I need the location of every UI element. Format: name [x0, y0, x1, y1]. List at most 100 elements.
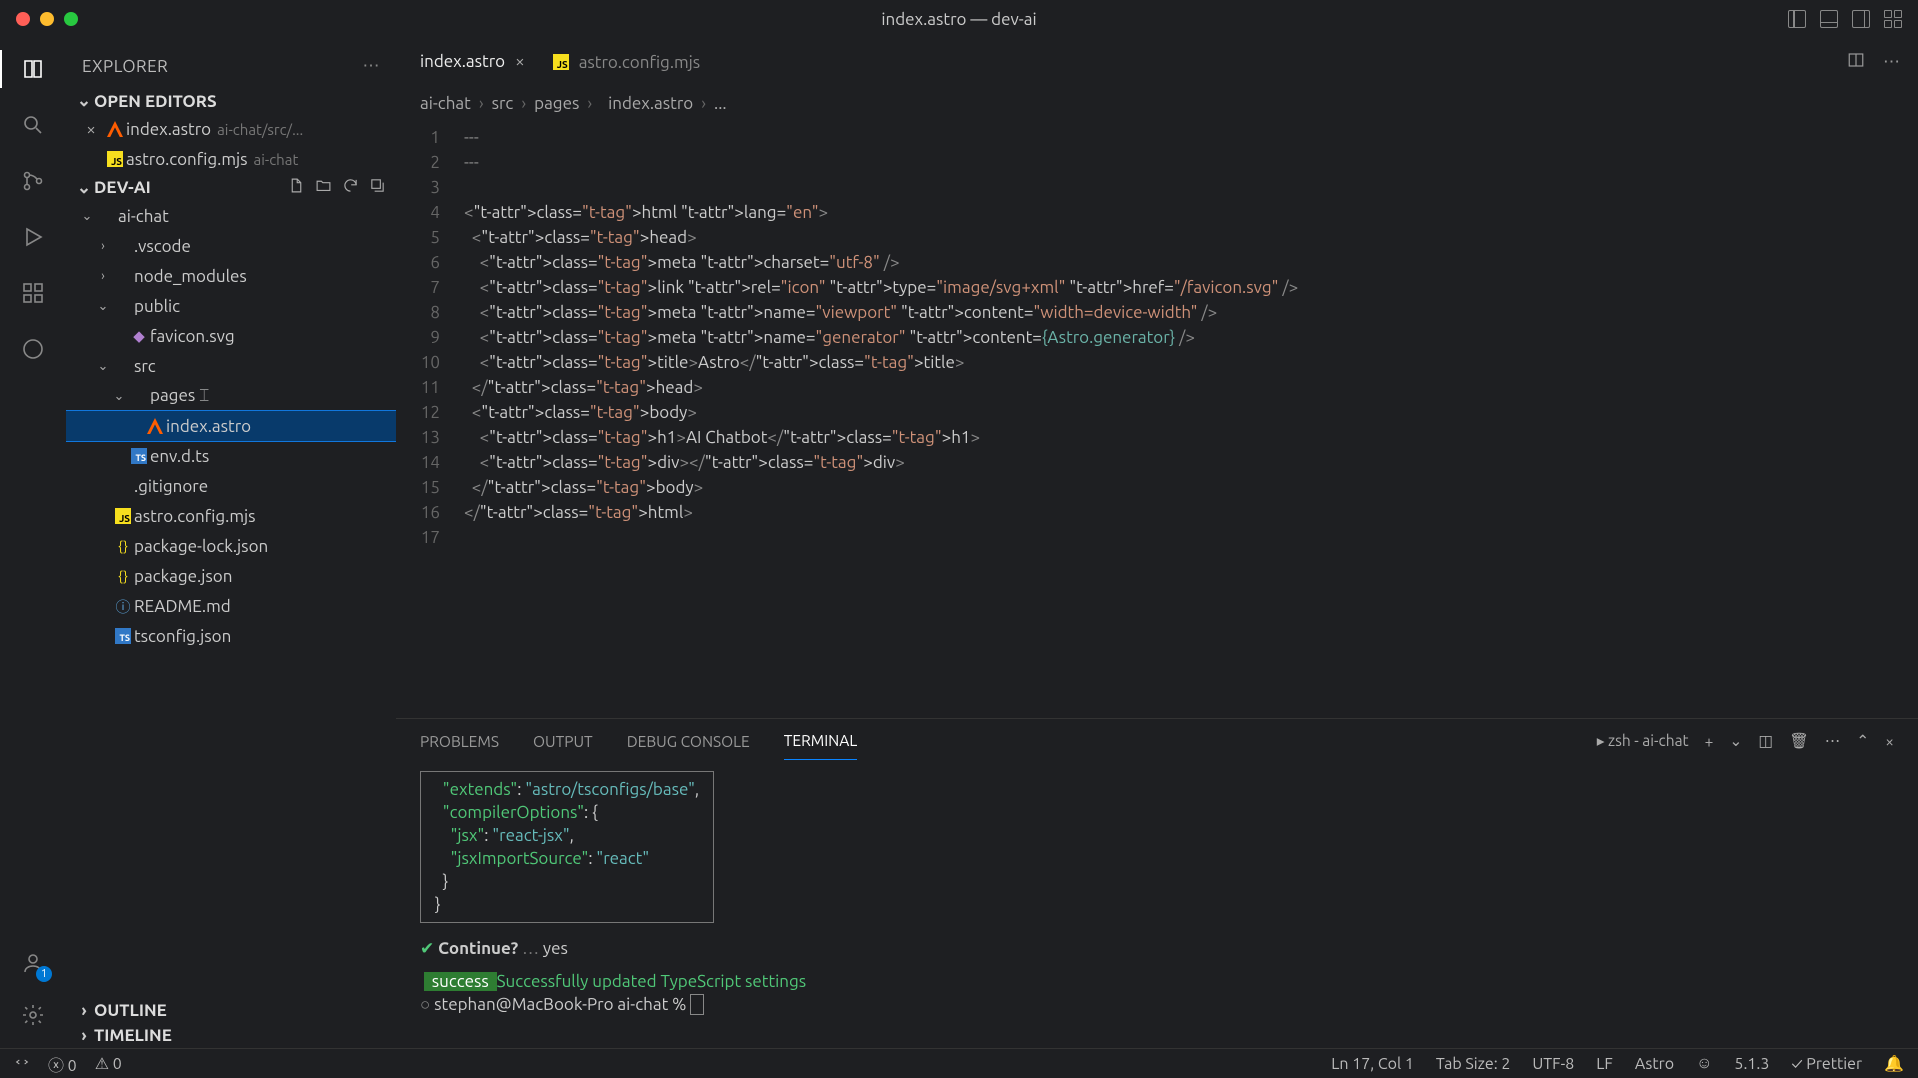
tree-label: .vscode [134, 237, 191, 256]
open-editors-header[interactable]: ⌄OPEN EDITORS [66, 88, 396, 114]
maximize-panel-icon[interactable]: ⌃ [1856, 732, 1869, 750]
tree-item[interactable]: TS tsconfig.json [66, 621, 396, 651]
twistie-icon[interactable]: › [94, 269, 112, 283]
remote-indicator[interactable] [14, 1054, 30, 1074]
eol[interactable]: LF [1596, 1055, 1613, 1073]
timeline-header[interactable]: ›TIMELINE [66, 1023, 396, 1048]
tree-item[interactable]: {} package-lock.json [66, 531, 396, 561]
breadcrumb-item[interactable]: ... [714, 94, 727, 113]
sidebar-title-label: EXPLORER [82, 57, 168, 76]
close-icon[interactable]: × [82, 120, 100, 139]
terminal-input-line[interactable]: ○ stephan@MacBook-Pro ai-chat % [420, 993, 1894, 1016]
encoding[interactable]: UTF-8 [1532, 1055, 1574, 1073]
errors-count[interactable]: ⓧ 0 [48, 1052, 77, 1076]
panel-tab[interactable]: PROBLEMS [420, 723, 499, 760]
accounts-icon[interactable]: 1 [18, 948, 48, 978]
split-terminal-icon[interactable]: ◫ [1758, 732, 1773, 750]
twistie-icon[interactable]: ⌄ [78, 209, 96, 224]
refresh-icon[interactable] [342, 177, 359, 198]
toggle-secondary-sidebar-icon[interactable] [1852, 10, 1870, 28]
breadcrumb-item[interactable]: src [492, 94, 514, 113]
tree-item[interactable]: ⌄ pages ⌶ [66, 381, 396, 411]
feedback-icon[interactable]: ☺ [1696, 1054, 1712, 1073]
twistie-icon[interactable]: ⌄ [94, 359, 112, 374]
search-icon[interactable] [18, 110, 48, 140]
terminal[interactable]: "extends": "astro/tsconfigs/base", "comp… [396, 763, 1918, 1048]
terminal-shell-label[interactable]: ▸ zsh - ai-chat [1597, 732, 1689, 750]
explorer-icon[interactable] [18, 54, 48, 84]
breadcrumb-item[interactable]: pages [534, 94, 579, 113]
outline-header[interactable]: ›OUTLINE [66, 998, 396, 1023]
tree-label: ai-chat [118, 207, 169, 226]
maximize-window-button[interactable] [64, 12, 78, 26]
tree-item[interactable]: › node_modules [66, 261, 396, 291]
notifications-icon[interactable]: 🔔 [1884, 1054, 1904, 1073]
tree-item[interactable]: ⌄ ai-chat [66, 201, 396, 231]
breadcrumb-item[interactable]: ai-chat [420, 94, 471, 113]
panel-more-icon[interactable]: ⋯ [1825, 732, 1841, 750]
panel-tab[interactable]: OUTPUT [533, 723, 593, 760]
open-editor-item[interactable]: × index.astro ai-chat/src/... [66, 114, 396, 144]
panel-tab[interactable]: TERMINAL [784, 722, 857, 760]
settings-gear-icon[interactable] [18, 1000, 48, 1030]
new-folder-icon[interactable] [315, 177, 332, 198]
cursor-position[interactable]: Ln 17, Col 1 [1331, 1055, 1414, 1073]
file-tree[interactable]: ⌄ ai-chat › .vscode › node_modules ⌄ pub… [66, 201, 396, 998]
remote-icon[interactable] [18, 334, 48, 364]
close-window-button[interactable] [16, 12, 30, 26]
toggle-panel-icon[interactable] [1820, 10, 1838, 28]
file-path-hint: ai-chat [254, 151, 299, 168]
language-mode[interactable]: Astro [1635, 1055, 1674, 1073]
tree-label: favicon.svg [150, 327, 235, 346]
terminal-dropdown-icon[interactable]: ⌄ [1729, 732, 1742, 750]
tree-item[interactable]: ⌄ src [66, 351, 396, 381]
collapse-all-icon[interactable] [369, 177, 386, 198]
twistie-icon[interactable]: ⌄ [110, 389, 128, 404]
twistie-icon[interactable]: ⌄ [94, 299, 112, 314]
minimize-window-button[interactable] [40, 12, 54, 26]
more-actions-icon[interactable]: ⋯ [1883, 52, 1900, 72]
code-editor[interactable]: 1234567891011121314151617 --- --- <"t-at… [396, 121, 1918, 718]
tree-item[interactable]: index.astro [66, 411, 396, 441]
tree-item[interactable]: ◆ favicon.svg [66, 321, 396, 351]
project-header[interactable]: ⌄DEV-AI [66, 174, 396, 201]
new-file-icon[interactable] [288, 177, 305, 198]
close-tab-icon[interactable]: × [515, 52, 525, 71]
svg-icon: ◆ [128, 327, 150, 345]
open-editor-item[interactable]: JS astro.config.mjs ai-chat [66, 144, 396, 174]
tree-item[interactable]: JS astro.config.mjs [66, 501, 396, 531]
panel-tab[interactable]: DEBUG CONSOLE [627, 723, 750, 760]
prettier-status[interactable]: ✓ Prettier [1791, 1055, 1862, 1073]
split-editor-icon[interactable] [1847, 51, 1865, 73]
ts-icon: TS [112, 628, 134, 644]
indent-setting[interactable]: Tab Size: 2 [1436, 1055, 1510, 1073]
sidebar-more-icon[interactable]: ⋯ [363, 56, 381, 76]
run-debug-icon[interactable] [18, 222, 48, 252]
editor-tab[interactable]: JS astro.config.mjs [539, 38, 715, 86]
toggle-sidebar-icon[interactable] [1788, 10, 1806, 28]
new-terminal-icon[interactable]: + [1705, 733, 1714, 750]
breadcrumb-item[interactable]: index.astro [608, 94, 693, 113]
source-control-icon[interactable] [18, 166, 48, 196]
tree-item[interactable]: {} package.json [66, 561, 396, 591]
breadcrumb-separator: › [521, 94, 526, 113]
file-path-hint: ai-chat/src/... [217, 121, 303, 138]
twistie-icon[interactable]: › [94, 239, 112, 253]
close-panel-icon[interactable]: × [1885, 733, 1894, 750]
warnings-count[interactable]: ⚠ 0 [95, 1054, 122, 1073]
extensions-icon[interactable] [18, 278, 48, 308]
customize-layout-icon[interactable] [1884, 10, 1902, 28]
code-content[interactable]: --- --- <"t-attr">class="t-tag">html "t-… [456, 121, 1918, 718]
terminal-output-box: "extends": "astro/tsconfigs/base", "comp… [420, 771, 714, 923]
tree-label: env.d.ts [150, 447, 209, 466]
tree-item[interactable]: .gitignore [66, 471, 396, 501]
kill-terminal-icon[interactable]: 🗑 [1789, 732, 1809, 750]
version[interactable]: 5.1.3 [1734, 1055, 1769, 1073]
tree-item[interactable]: ⓘ README.md [66, 591, 396, 621]
tree-item[interactable]: › .vscode [66, 231, 396, 261]
editor-tab[interactable]: index.astro × [396, 38, 539, 86]
ts-icon: TS [128, 448, 150, 464]
tree-item[interactable]: ⌄ public [66, 291, 396, 321]
tree-item[interactable]: TS env.d.ts [66, 441, 396, 471]
breadcrumbs[interactable]: ai-chat›src›pages›index.astro›... [396, 86, 1918, 121]
